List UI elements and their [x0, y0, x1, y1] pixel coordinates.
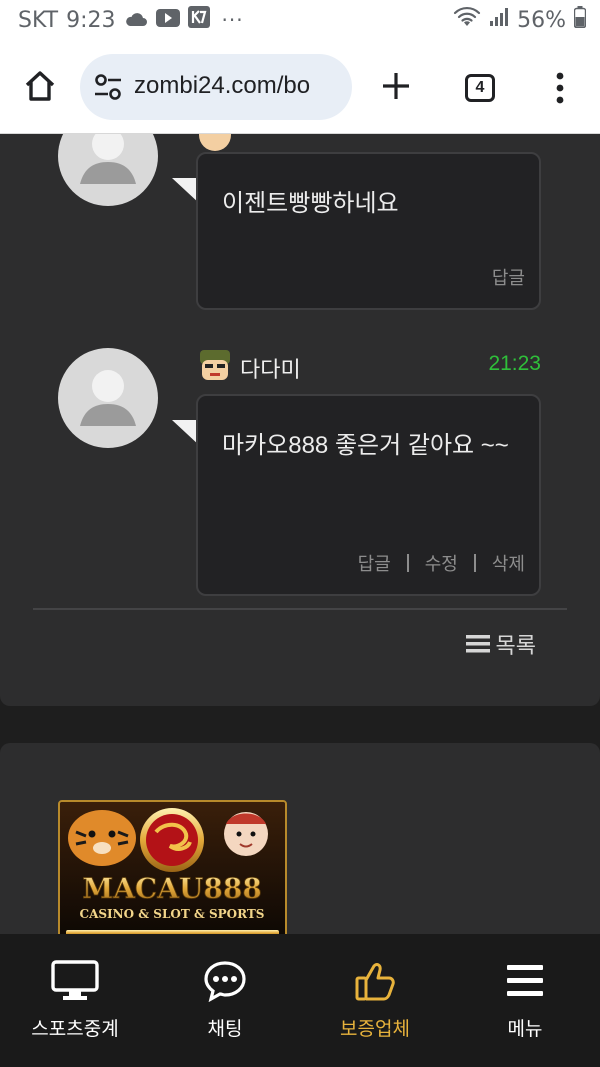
action-separator	[406, 554, 409, 572]
comment-bubble: 마카오888 좋은거 같아요 ~~ 답글 수정 삭제	[196, 394, 541, 596]
tab-switcher-button[interactable]: 4	[465, 74, 495, 102]
nav-chat[interactable]: 채팅	[150, 934, 300, 1067]
banner-brand: MACAU888	[82, 872, 262, 905]
status-bar: SKT 9:23 ··· 56%	[0, 0, 600, 42]
thumbs-up-icon	[355, 963, 395, 1001]
home-button[interactable]	[22, 68, 58, 104]
comments-panel: 이젠트빵빵하네요 답글 다다미 21:23 마카오888 좋은거 같아요 ~~ …	[0, 134, 600, 706]
comment-text: 이젠트빵빵하네요	[222, 190, 399, 217]
battery-icon	[573, 6, 587, 34]
edit-link[interactable]: 수정	[425, 550, 458, 576]
browser-toolbar: zombi24.com/bo 4	[0, 42, 600, 134]
nav-label: 스포츠중계	[31, 1019, 119, 1040]
lucky-character-icon	[224, 812, 268, 856]
address-bar[interactable]: zombi24.com/bo	[80, 54, 352, 120]
bottom-navigation: 스포츠중계 채팅 보증업체 메뉴	[0, 934, 600, 1067]
macau888-banner[interactable]: MACAU888 CASINO & SLOT & SPORTS	[58, 800, 287, 940]
banner-tagline: CASINO & SLOT & SPORTS	[80, 907, 265, 921]
reply-link[interactable]: 답글	[358, 550, 391, 576]
nav-sports-broadcast[interactable]: 스포츠중계	[0, 934, 150, 1067]
menu-icon	[507, 965, 543, 996]
youtube-icon	[155, 8, 180, 33]
banner-panel: MACAU888 CASINO & SLOT & SPORTS	[0, 743, 600, 943]
list-icon	[465, 635, 490, 653]
nav-label: 보증업체	[340, 1019, 410, 1040]
list-button-label: 목록	[495, 633, 536, 658]
tune-icon[interactable]	[94, 74, 122, 100]
kakao-icon	[187, 6, 210, 34]
delete-link[interactable]: 삭제	[492, 550, 525, 576]
nav-label: 채팅	[207, 1019, 243, 1040]
url-text: zombi24.com/bo	[134, 72, 311, 99]
comment-author-row: 다다미 21:23	[196, 346, 541, 386]
user-avatar	[58, 348, 158, 448]
more-vert-icon	[556, 72, 564, 104]
plus-icon	[383, 73, 409, 99]
cloud-icon	[124, 8, 148, 33]
browser-menu-button[interactable]	[550, 70, 570, 106]
nav-verified-partners[interactable]: 보증업체	[300, 934, 450, 1067]
more-notifications: ···	[221, 8, 244, 32]
soldier-badge-icon	[200, 350, 230, 380]
list-button[interactable]: 목록	[465, 628, 536, 660]
comment-time: 21:23	[488, 352, 541, 375]
divider	[33, 608, 567, 610]
nav-menu[interactable]: 메뉴	[450, 934, 600, 1067]
level-badge-icon	[199, 134, 231, 151]
monitor-icon	[51, 960, 99, 1000]
author-name[interactable]: 다다미	[240, 352, 301, 384]
dragon-coin-icon	[140, 808, 204, 872]
wifi-icon	[453, 6, 481, 34]
tiger-icon	[68, 810, 136, 866]
action-separator	[473, 554, 476, 572]
reply-link[interactable]: 답글	[492, 264, 525, 290]
home-icon	[25, 71, 55, 101]
carrier-label: SKT	[18, 7, 59, 33]
comment-bubble: 이젠트빵빵하네요 답글	[196, 152, 541, 310]
new-tab-button[interactable]	[378, 68, 414, 104]
comment-actions: 답글 수정 삭제	[358, 550, 525, 576]
comment-text: 마카오888 좋은거 같아요 ~~	[222, 432, 509, 459]
user-avatar	[58, 134, 158, 206]
clock: 9:23	[66, 7, 116, 33]
battery-percent: 56%	[517, 7, 566, 33]
signal-icon	[489, 7, 509, 33]
comment-actions: 답글	[492, 264, 525, 290]
chat-icon	[204, 961, 246, 1002]
nav-label: 메뉴	[507, 1019, 543, 1040]
